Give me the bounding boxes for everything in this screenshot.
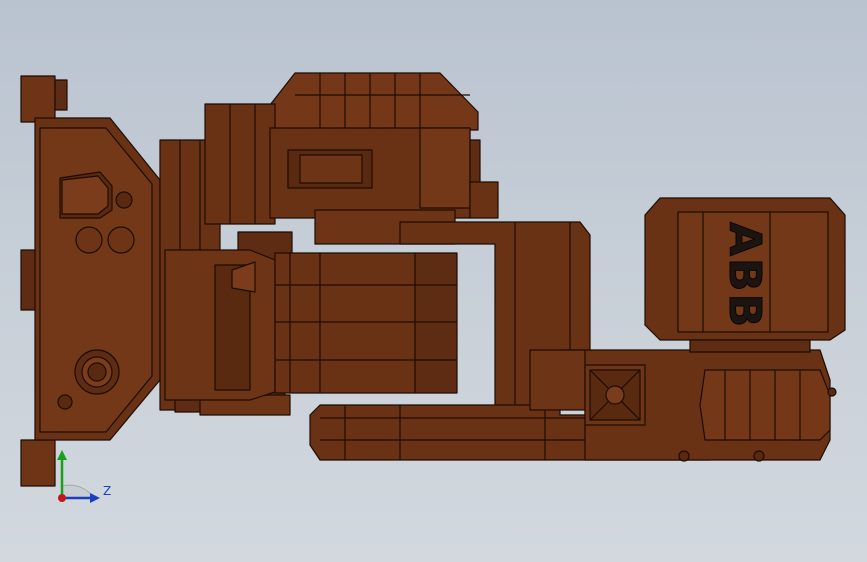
coordinate-triad: Z <box>48 440 118 510</box>
cad-viewport[interactable]: ABB Z <box>0 0 867 562</box>
abb-logo: ABB <box>719 222 770 329</box>
z-axis-head <box>90 493 100 503</box>
robot-model[interactable]: ABB <box>0 0 867 562</box>
upper-arm-housing <box>204 72 499 225</box>
y-axis-head <box>57 450 67 460</box>
triad-plane <box>61 484 95 499</box>
axis-motor <box>164 249 458 401</box>
triad-arrows <box>57 450 100 503</box>
base-plate <box>34 117 161 441</box>
z-axis-label: Z <box>103 484 112 498</box>
origin-dot <box>58 494 66 502</box>
wrist-housing <box>584 349 837 462</box>
